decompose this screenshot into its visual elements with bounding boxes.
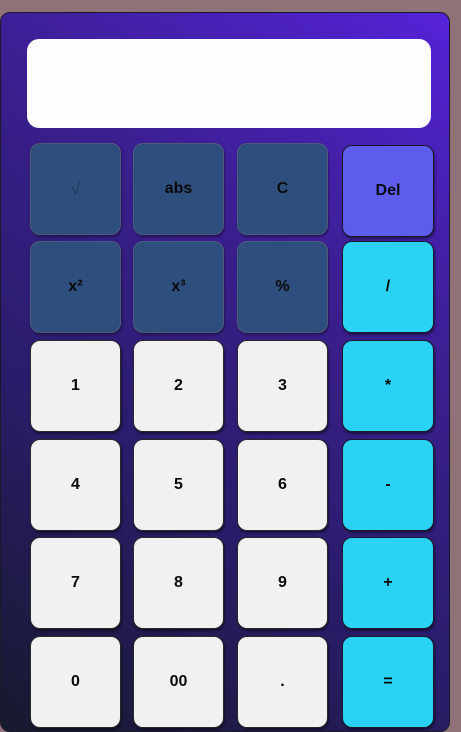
percent-button[interactable]: % <box>237 241 328 333</box>
subtract-button[interactable]: - <box>342 439 434 531</box>
abs-button[interactable]: abs <box>133 143 224 235</box>
calculator-body: √ abs C Del x² x³ % / 1 2 3 * 4 5 6 - 7 … <box>0 12 450 732</box>
delete-button[interactable]: Del <box>342 145 434 237</box>
multiply-button[interactable]: * <box>342 340 434 432</box>
digit-0-button[interactable]: 0 <box>30 636 121 728</box>
display-screen <box>27 39 431 128</box>
square-button[interactable]: x² <box>30 241 121 333</box>
divide-button[interactable]: / <box>342 241 434 333</box>
digit-9-button[interactable]: 9 <box>237 537 328 629</box>
digit-1-button[interactable]: 1 <box>30 340 121 432</box>
digit-5-button[interactable]: 5 <box>133 439 224 531</box>
double-zero-button[interactable]: 00 <box>133 636 224 728</box>
digit-7-button[interactable]: 7 <box>30 537 121 629</box>
clear-button[interactable]: C <box>237 143 328 235</box>
decimal-button[interactable]: . <box>237 636 328 728</box>
digit-6-button[interactable]: 6 <box>237 439 328 531</box>
digit-2-button[interactable]: 2 <box>133 340 224 432</box>
equals-button[interactable]: = <box>342 636 434 728</box>
digit-8-button[interactable]: 8 <box>133 537 224 629</box>
cube-button[interactable]: x³ <box>133 241 224 333</box>
sqrt-button[interactable]: √ <box>30 143 121 235</box>
add-button[interactable]: + <box>342 537 434 629</box>
digit-4-button[interactable]: 4 <box>30 439 121 531</box>
digit-3-button[interactable]: 3 <box>237 340 328 432</box>
